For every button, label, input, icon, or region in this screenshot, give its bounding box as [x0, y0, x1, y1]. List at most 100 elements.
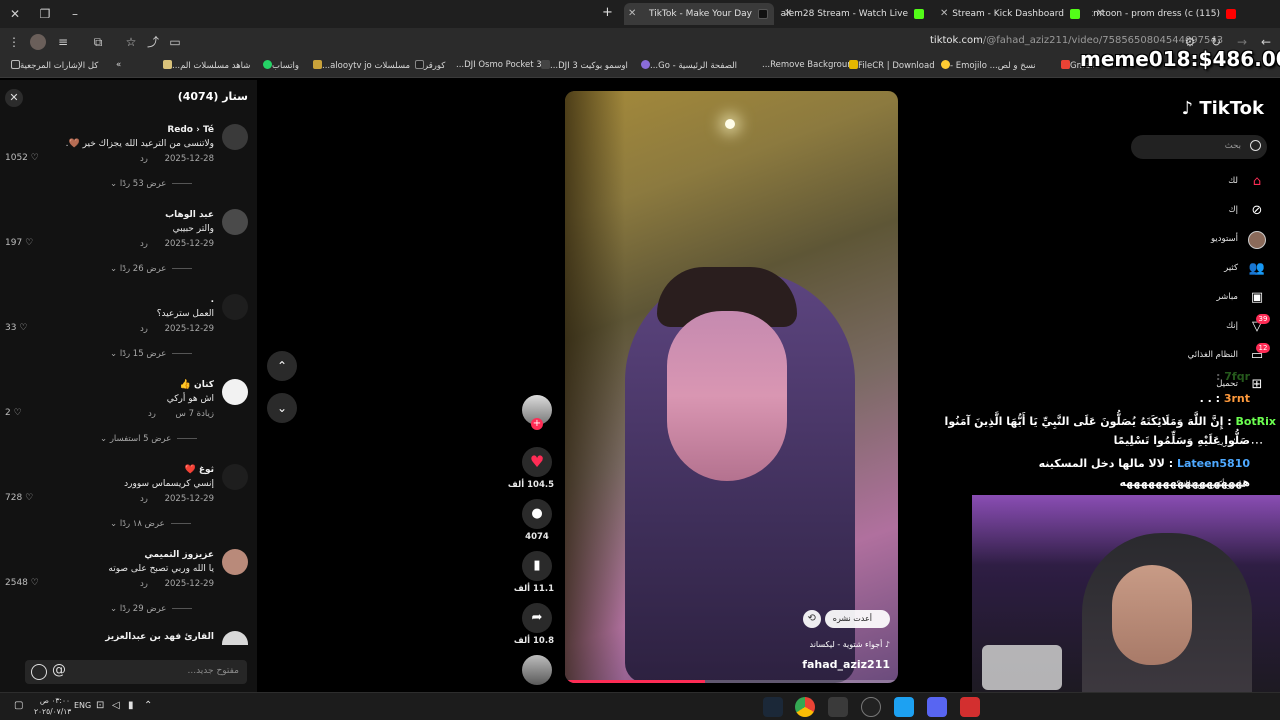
language-indicator[interactable]: ENG	[74, 701, 91, 710]
reply-button[interactable]: رد	[140, 579, 148, 589]
mention-icon[interactable]: @	[52, 662, 66, 678]
url-field[interactable]: tiktok.com/@fahad_aziz211/video/75856508…	[930, 35, 1223, 46]
avatar[interactable]	[222, 124, 248, 150]
tab-tiktok[interactable]: ✕ TikTok - Make Your Day	[624, 3, 774, 25]
sidebar-item-live[interactable]: ▣ مباشر	[1126, 288, 1266, 308]
bookmark-item[interactable]: واتساب	[260, 60, 299, 71]
close-tab-icon[interactable]: ✕	[1096, 3, 1104, 25]
view-replies-button[interactable]: عرض 5 استفسار ⌄	[100, 434, 197, 444]
comment-like-button[interactable]: 2548 ♡	[5, 578, 39, 588]
reply-button[interactable]: رد	[140, 239, 148, 249]
bookmark-item[interactable]: كورقر	[412, 60, 445, 71]
comment-like-button[interactable]: 2 ♡	[5, 408, 22, 418]
bookmark-item[interactable]: شاهد مسلسلات الم...	[160, 60, 250, 71]
close-tab-icon[interactable]: ✕	[940, 3, 948, 25]
comment-author[interactable]: Redo › Té	[167, 125, 214, 135]
close-tab-icon[interactable]: ✕	[784, 3, 792, 25]
view-replies-button[interactable]: عرض ١٨ ردًا ⌄	[110, 519, 191, 529]
reply-button[interactable]: رد	[140, 154, 148, 164]
discord-icon[interactable]	[927, 697, 947, 717]
new-tab-button[interactable]: +	[602, 5, 613, 20]
bookmark-item[interactable]: اوسمو بوكيت 3 DJI...	[538, 60, 628, 71]
sidebar-item-following[interactable]: 👥 كثير	[1126, 259, 1266, 279]
comment-author[interactable]: عزيزوز التميمي	[144, 550, 214, 560]
comment-like-button[interactable]: 728 ♡	[5, 493, 33, 503]
sidebar-item-inbox[interactable]: ▽ 39 إنك	[1126, 314, 1270, 337]
sidebar-item-explore[interactable]: ⊘ إك	[1126, 201, 1266, 221]
tiktok-logo[interactable]: ♪ TikTok	[1182, 98, 1264, 119]
avatar[interactable]	[222, 549, 248, 575]
search-input[interactable]: بحث	[1131, 135, 1267, 159]
network-icon[interactable]: ⊡	[96, 700, 104, 711]
tab-youtube[interactable]: ✕ (115) mxmtoon - prom dress (c	[1092, 3, 1242, 25]
bookmark-item[interactable]: FileCR | Download	[846, 60, 935, 71]
filezilla-icon[interactable]	[894, 697, 914, 717]
menu-dots-icon[interactable]: ⋮	[6, 34, 22, 50]
comment-author[interactable]: عبد الوهاب	[165, 210, 214, 220]
like-button[interactable]: ♥ 104.5 ألف	[508, 447, 554, 490]
avatar[interactable]	[222, 209, 248, 235]
music-disc-button[interactable]	[520, 655, 554, 685]
app-icon[interactable]	[960, 697, 980, 717]
tab-kick-stream[interactable]: ✕ abusalem28 Stream - Watch Live	[780, 3, 930, 25]
bookmark-item[interactable]: Remove Backgroun...	[762, 60, 853, 70]
reply-button[interactable]: رد	[140, 324, 148, 334]
bookmark-item[interactable]: DJI Osmo Pocket 3...	[456, 60, 542, 70]
tab-kick-dashboard[interactable]: ✕ Stream - Kick Dashboard	[936, 3, 1086, 25]
restore-window-icon[interactable]: ❐	[36, 5, 54, 23]
view-replies-button[interactable]: عرض 29 ردًا ⌄	[110, 604, 192, 614]
video-player[interactable]: ⟲ أعدت نشره ♪ أجواء شتوية - ليكساند faha…	[565, 91, 898, 683]
view-replies-button[interactable]: عرض 26 ردًا ⌄	[110, 264, 192, 274]
video-progress-bar[interactable]	[565, 680, 898, 683]
taskbar-clock[interactable]: ٠٣:٠٠ ص ٢٠٢٥/٠٧/١٣	[34, 695, 71, 717]
minimize-window-icon[interactable]: –	[66, 5, 84, 23]
search-icon[interactable]	[1250, 140, 1261, 151]
close-tab-icon[interactable]: ✕	[628, 3, 636, 25]
video-author[interactable]: fahad_aziz211	[802, 658, 890, 671]
notifications-icon[interactable]: ▢	[14, 700, 23, 711]
creator-avatar-button[interactable]: +	[520, 395, 554, 430]
sidebar-item-for-you[interactable]: ⌂ لك	[1126, 172, 1266, 192]
bookmarks-overflow-icon[interactable]: »	[116, 60, 121, 70]
steam-icon[interactable]	[763, 697, 783, 717]
comment-author[interactable]: كنان 👍	[180, 380, 214, 390]
comment-like-button[interactable]: 33 ♡	[5, 323, 27, 333]
video-music[interactable]: ♪ أجواء شتوية - ليكساند	[810, 640, 891, 649]
follow-plus-icon[interactable]: +	[531, 418, 543, 430]
media-control-icon[interactable]: ≡	[55, 34, 71, 50]
avatar[interactable]	[222, 294, 248, 320]
sidebar-item-messages[interactable]: ▭ 12 النظام الغذائي	[1126, 343, 1270, 366]
bookmark-star-icon[interactable]: ☆	[123, 34, 139, 50]
tray-overflow-icon[interactable]: ⌃	[144, 700, 152, 711]
share-button[interactable]: ➦ 10.8 ألف	[514, 603, 554, 646]
cast-icon[interactable]: ▭	[167, 34, 183, 50]
extensions-icon[interactable]: ⧉	[90, 34, 106, 50]
previous-video-button[interactable]: ⌃	[267, 351, 297, 381]
view-replies-button[interactable]: عرض 53 ردًا ⌄	[110, 179, 192, 189]
next-video-button[interactable]: ⌄	[267, 393, 297, 423]
comment-author[interactable]: القارئ فهد بن عبدالعزيز	[105, 632, 214, 642]
reposted-badge[interactable]: ⟲ أعدت نشره	[802, 610, 890, 628]
comment-button[interactable]: ● 4074	[520, 499, 554, 542]
bookmark-item[interactable]: الصفحة الرئيسية - Go...	[638, 60, 737, 71]
comment-like-button[interactable]: 197 ♡	[5, 238, 33, 248]
save-button[interactable]: ▮ 11.1 ألف	[514, 551, 554, 594]
apps-icon[interactable]	[828, 697, 848, 717]
view-replies-button[interactable]: عرض 15 ردًا ⌄	[110, 349, 192, 359]
reply-button[interactable]: رد	[148, 409, 156, 419]
sidebar-item-studio[interactable]: أستوديو	[1126, 230, 1266, 250]
microphone-icon[interactable]: ▮	[128, 700, 134, 711]
close-comments-icon[interactable]: ✕	[5, 89, 23, 107]
reply-button[interactable]: رد	[140, 494, 148, 504]
avatar[interactable]	[222, 631, 248, 645]
profile-avatar-icon[interactable]	[30, 34, 46, 50]
chrome-icon[interactable]	[795, 697, 815, 717]
comment-author[interactable]: ثوغ ❤️	[184, 465, 214, 475]
comment-like-button[interactable]: 1052 ♡	[5, 153, 39, 163]
bookmark-item[interactable]: نسخ و لص... Emojilo -	[938, 60, 1036, 71]
emoji-icon[interactable]	[31, 664, 47, 680]
bookmark-all[interactable]: كل الإشارات المرجعية	[8, 60, 98, 71]
comment-author[interactable]: .	[211, 295, 214, 305]
avatar[interactable]	[222, 379, 248, 405]
volume-icon[interactable]: ◁	[112, 700, 120, 711]
